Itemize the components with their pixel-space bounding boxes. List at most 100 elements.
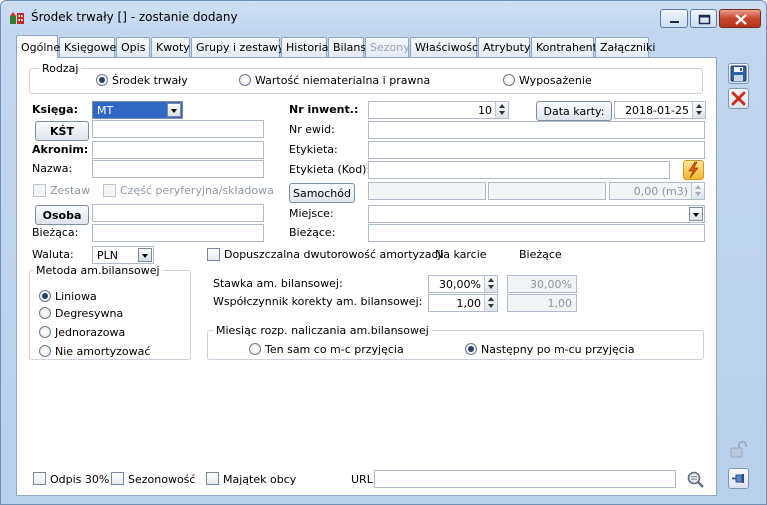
sezonowosc-label: Sezonowość [128,473,196,486]
metoda-title: Metoda am.bilansowej [33,264,163,277]
metoda-jednorazowa-label: Jednorazowa [55,326,126,339]
biezaca-input[interactable] [92,224,264,242]
window-title: Środek trwały [] - zostanie dodany [31,10,238,24]
tab-wlasciwosci[interactable]: Właściwości [410,37,481,57]
osoba-input[interactable] [92,204,264,222]
metoda-liniowa-radio[interactable] [39,290,51,302]
magnifier-icon [687,471,704,488]
miesiac-nastepny-radio[interactable] [465,343,477,355]
kst-button[interactable]: KŚT [35,121,89,141]
tab-label: Załączniki [600,41,656,54]
ksiega-select[interactable]: MT [92,101,183,119]
url-open-button[interactable] [685,469,706,489]
close-button[interactable] [719,9,761,28]
tab-grupy-i-zestawy[interactable]: Grupy i zestawy [191,37,284,57]
samochod-button[interactable]: Samochód [289,183,355,203]
nr-ewid-input[interactable] [368,121,705,139]
nr-inwent-input[interactable]: 10 [368,101,509,119]
kst-input[interactable] [92,120,264,138]
sezonowosc-checkbox[interactable] [111,472,124,485]
rodzaj-wyposazenie-radio[interactable] [503,74,515,86]
metoda-nie-amortyzowac-radio[interactable] [39,345,51,357]
etykieta-kod-input[interactable] [368,161,670,179]
nazwa-input[interactable] [92,160,264,178]
maximize-button[interactable] [690,9,717,28]
tab-label: Atrybuty [483,41,531,54]
nr-ewid-label: Nr ewid: [289,123,335,136]
miejsce-select[interactable] [368,205,705,223]
etykieta-input[interactable] [368,141,705,159]
czesc-peryferyjna-checkbox[interactable] [103,184,116,197]
samochod-spinner [691,183,704,199]
tab-label: Historia [286,41,329,54]
stawka-karta-input[interactable]: 30,00% [428,275,498,293]
majatek-obcy-checkbox[interactable] [206,472,219,485]
rodzaj-wyposazenie-label: Wyposażenie [519,74,592,87]
stawka-spinner[interactable] [484,276,497,292]
url-input[interactable] [374,470,676,488]
tab-label: Sezony [370,41,410,54]
wspolczynnik-spinner[interactable] [484,295,497,311]
chevron-down-icon[interactable] [138,248,152,262]
close-icon [735,14,747,25]
rodzaj-srodek-trwaly-label: Środek trwały [112,74,188,87]
miesiac-ten-sam-radio[interactable] [249,343,261,355]
rodzaj-srodek-trwaly-radio[interactable] [96,74,108,86]
metoda-liniowa-label: Liniowa [55,290,97,303]
tab-kontrahent[interactable]: Kontrahent [531,37,597,57]
metoda-jednorazowa-radio[interactable] [39,326,51,338]
window: Środek trwały [] - zostanie dodany Ogóln… [0,0,767,505]
chevron-down-icon[interactable] [167,103,181,117]
data-karty-button[interactable]: Data karty: [536,101,612,121]
tab-label: Kontrahent [536,41,597,54]
osoba-button[interactable]: Osoba [35,205,89,225]
waluta-select[interactable]: PLN [92,246,154,264]
nr-inwent-label: Nr inwent.: [289,103,359,116]
nr-inwent-spinner[interactable] [495,102,508,118]
tab-historia[interactable]: Historia [281,37,329,57]
data-karty-input[interactable]: 2018-01-25 [614,101,706,119]
stawka-biezaca-input: 30,00% [507,275,577,293]
tab-kwoty[interactable]: Kwoty [151,37,190,57]
samochod-field-2 [488,182,606,200]
biezace-label: Bieżące: [289,226,336,239]
lock-button[interactable] [728,439,749,460]
data-karty-spinner[interactable] [692,102,705,118]
etykieta-label: Etykieta: [289,143,338,156]
waluta-label: Waluta: [32,248,74,261]
delete-button[interactable] [728,88,749,109]
wspolczynnik-karta-value: 1,00 [456,297,482,310]
metoda-nie-amortyzowac-label: Nie amortyzować [55,345,151,358]
tab-ksiegowe[interactable]: Księgowe [59,37,116,57]
tab-ogolne[interactable]: Ogólne [16,35,60,58]
miesiac-nastepny-label: Następny po m-cu przyjęcia [481,343,635,356]
odpis-30-checkbox[interactable] [33,472,46,485]
tab-zalaczniki[interactable]: Załączniki [595,37,655,57]
tab-atrybuty[interactable]: Atrybuty [478,37,530,57]
dwutorowosc-checkbox[interactable] [207,248,220,261]
generate-code-button[interactable] [683,160,704,180]
metoda-degresywna-radio[interactable] [39,307,51,319]
tab-label: Bilans [333,41,367,54]
save-icon [730,65,747,82]
tab-bilans[interactable]: Bilans [328,37,367,57]
biezace-input[interactable] [368,224,705,242]
save-button[interactable] [728,63,749,84]
zestaw-checkbox[interactable] [33,184,46,197]
biezaca-label: Bieżąca: [32,226,79,239]
chevron-down-icon[interactable] [689,207,703,221]
samochod-pojemnosc-input: 0,00 (m3) [609,182,705,200]
zestaw-label: Zestaw [50,184,91,197]
wspolczynnik-karta-input[interactable]: 1,00 [428,294,498,312]
pin-button[interactable] [728,468,749,489]
akronim-input[interactable] [92,141,264,159]
rodzaj-wnip-radio[interactable] [239,74,251,86]
samochod-pojemnosc-value: 0,00 (m3) [633,185,688,198]
title-bar[interactable]: Środek trwały [] - zostanie dodany [1,1,766,33]
tab-opis[interactable]: Opis [116,37,150,57]
czesc-peryferyjna-label: Część peryferyjna/składowa [120,184,274,197]
tab-panel-ogolne: Rodzaj Środek trwały Wartość niematerial… [16,57,717,496]
pin-icon [732,474,744,483]
minimize-button[interactable] [660,9,688,28]
biezace-header: Bieżące [519,248,562,261]
